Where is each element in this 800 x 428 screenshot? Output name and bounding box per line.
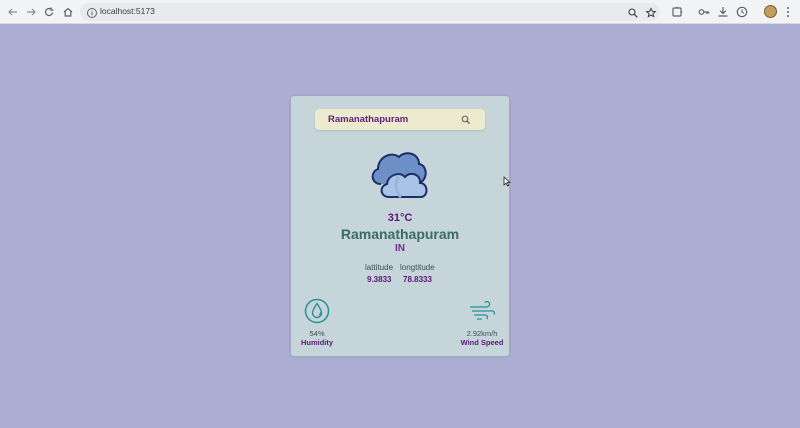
humidity-icon bbox=[304, 298, 330, 324]
longitude-value: 78.8333 bbox=[403, 275, 432, 284]
latitude-label: lattitude bbox=[365, 263, 394, 272]
country-code: IN bbox=[395, 243, 405, 254]
weather-card: 31°C Ramanathapuram IN lattitude longtit… bbox=[291, 96, 509, 356]
forward-icon[interactable] bbox=[23, 4, 39, 20]
passwords-key-icon[interactable] bbox=[697, 5, 711, 19]
home-icon[interactable] bbox=[60, 4, 76, 20]
wind-icon bbox=[468, 298, 496, 324]
longitude-label: longtitude bbox=[400, 263, 435, 272]
download-icon[interactable] bbox=[716, 5, 730, 19]
cloud-icon bbox=[369, 148, 431, 200]
search-icon[interactable] bbox=[460, 113, 472, 125]
zoom-icon[interactable] bbox=[627, 6, 639, 18]
city-name: Ramanathapuram bbox=[340, 226, 460, 242]
url-text: localhost:5173 bbox=[100, 6, 155, 16]
latitude-value: 9.3833 bbox=[367, 275, 392, 284]
profile-avatar[interactable] bbox=[764, 5, 777, 18]
site-info-icon[interactable] bbox=[86, 6, 98, 18]
wind-speed-value: 2.92km/h bbox=[466, 329, 498, 338]
reload-icon[interactable] bbox=[41, 4, 57, 20]
extensions-icon[interactable] bbox=[670, 5, 684, 19]
humidity-label: Humidity bbox=[300, 338, 334, 347]
wind-speed-label: Wind Speed bbox=[460, 338, 504, 347]
mouse-cursor-icon bbox=[503, 174, 512, 187]
temperature: 31°C bbox=[387, 212, 413, 224]
browser-toolbar: localhost:5173 bbox=[0, 0, 800, 24]
humidity-value: 54% bbox=[309, 329, 325, 338]
bookmark-star-icon[interactable] bbox=[645, 6, 657, 18]
address-bar[interactable]: localhost:5173 bbox=[80, 3, 660, 21]
menu-kebab-icon[interactable] bbox=[785, 5, 791, 19]
search-bar bbox=[315, 109, 485, 130]
history-icon[interactable] bbox=[735, 5, 749, 19]
back-icon[interactable] bbox=[5, 4, 21, 20]
city-search-input[interactable] bbox=[328, 113, 458, 126]
